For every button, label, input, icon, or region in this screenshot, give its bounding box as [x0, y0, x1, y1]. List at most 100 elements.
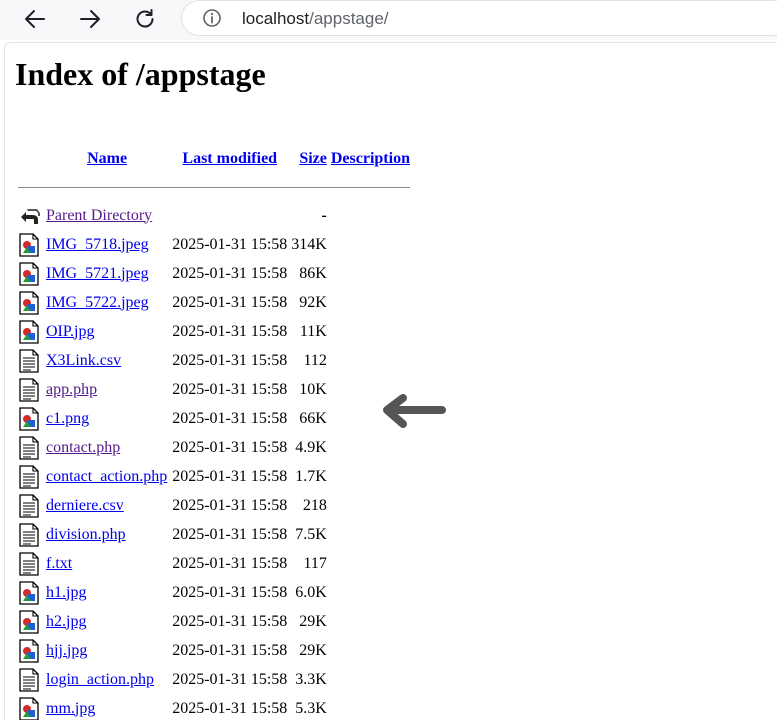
- file-link[interactable]: division.php: [46, 526, 126, 543]
- text-file-icon: [18, 668, 40, 692]
- forward-button[interactable]: [73, 2, 107, 36]
- reload-icon: [134, 8, 156, 30]
- file-link[interactable]: X3Link.csv: [46, 352, 121, 369]
- back-folder-icon: [18, 205, 42, 227]
- file-size: 66K: [290, 405, 328, 432]
- page-title: Index of /appstage: [15, 55, 266, 93]
- text-file-icon: [18, 494, 40, 518]
- text-file-icon: [18, 436, 40, 460]
- parent-directory-link[interactable]: Parent Directory: [46, 207, 152, 224]
- file-link[interactable]: h2.jpg: [46, 613, 86, 630]
- column-header-name: Name: [45, 147, 169, 171]
- url-path: /appstage/: [309, 9, 388, 28]
- file-size: 92K: [290, 289, 328, 316]
- file-size: 1.7K: [290, 463, 328, 490]
- image-file-icon: [18, 581, 40, 605]
- file-row: division.php 2025-01-31 15:587.5K: [17, 521, 411, 548]
- text-file-icon: [18, 465, 40, 489]
- image-file-icon: [18, 697, 40, 720]
- back-button[interactable]: [18, 2, 52, 36]
- file-row: hjj.jpg2025-01-31 15:5829K: [17, 637, 411, 664]
- image-file-icon: [18, 233, 40, 257]
- file-row: IMG_5718.jpeg 2025-01-31 15:58314K: [17, 231, 411, 258]
- reload-button[interactable]: [128, 2, 162, 36]
- file-link[interactable]: c1.png: [46, 410, 89, 427]
- arrow-left-icon: [24, 8, 46, 30]
- file-modified: 2025-01-31 15:58: [171, 405, 288, 432]
- file-size: 218: [290, 492, 328, 519]
- url-host: localhost: [242, 9, 309, 28]
- file-link[interactable]: contact_action.php: [46, 468, 167, 485]
- file-modified: 2025-01-31 15:58: [171, 231, 288, 258]
- sort-by-name-link[interactable]: Name: [87, 150, 127, 167]
- file-link[interactable]: OIP.jpg: [46, 323, 94, 340]
- image-file-icon: [18, 320, 40, 344]
- header-icon-cell: [17, 147, 43, 171]
- file-row: c1.png 2025-01-31 15:5866K: [17, 405, 411, 432]
- file-description: [330, 463, 411, 490]
- file-link[interactable]: hjj.jpg: [46, 642, 87, 659]
- image-file-icon: [18, 262, 40, 286]
- file-modified: 2025-01-31 15:58: [171, 608, 288, 635]
- file-size: 117: [290, 550, 328, 577]
- text-file-icon: [18, 523, 40, 547]
- directory-listing: Name Last modified Size Description Pare…: [15, 119, 413, 720]
- column-header-last-modified: Last modified: [171, 147, 288, 171]
- file-modified: 2025-01-31 15:58: [171, 695, 288, 720]
- file-row: contact.php 2025-01-31 15:584.9K: [17, 434, 411, 461]
- file-link[interactable]: IMG_5722.jpeg: [46, 294, 149, 311]
- file-modified: 2025-01-31 15:58: [171, 434, 288, 461]
- file-description: [330, 695, 411, 720]
- file-modified: 2025-01-31 15:58: [171, 260, 288, 287]
- file-row: X3Link.csv2025-01-31 15:58112: [17, 347, 411, 374]
- file-link[interactable]: IMG_5721.jpeg: [46, 265, 149, 282]
- file-size: 6.0K: [290, 579, 328, 606]
- url-text[interactable]: localhost/appstage/: [242, 8, 389, 30]
- image-file-icon: [18, 407, 40, 431]
- file-row: h1.jpg2025-01-31 15:586.0K: [17, 579, 411, 606]
- file-modified: 2025-01-31 15:58: [171, 637, 288, 664]
- file-size: 314K: [290, 231, 328, 258]
- address-bar[interactable]: localhost/appstage/: [181, 0, 777, 36]
- header-divider: [18, 187, 410, 188]
- file-link[interactable]: contact.php: [46, 439, 120, 456]
- file-size: 3.3K: [290, 666, 328, 693]
- file-size: 7.5K: [290, 521, 328, 548]
- file-description: [330, 550, 411, 577]
- browser-toolbar: localhost/appstage/: [0, 0, 777, 40]
- column-header-description: Description: [330, 147, 411, 171]
- file-size: 5.3K: [290, 695, 328, 720]
- file-modified: 2025-01-31 15:58: [171, 666, 288, 693]
- page-viewport: Index of /appstage Name Last modified Si…: [4, 42, 777, 720]
- file-row: login_action.php 2025-01-31 15:583.3K: [17, 666, 411, 693]
- sort-by-description-link[interactable]: Description: [331, 150, 410, 167]
- file-description: [330, 637, 411, 664]
- info-circle-icon[interactable]: [202, 8, 222, 28]
- text-file-icon: [18, 552, 40, 576]
- parent-directory-row: Parent Directory -: [17, 202, 411, 229]
- file-modified: 2025-01-31 15:58: [171, 521, 288, 548]
- file-size: 4.9K: [290, 434, 328, 461]
- file-description: [330, 318, 411, 345]
- file-link[interactable]: app.php: [46, 381, 97, 398]
- file-link[interactable]: h1.jpg: [46, 584, 86, 601]
- sort-by-last-modified-link[interactable]: Last modified: [182, 150, 277, 167]
- file-link[interactable]: mm.jpg: [46, 700, 95, 717]
- file-row: IMG_5721.jpeg2025-01-31 15:5886K: [17, 260, 411, 287]
- sort-by-size-link[interactable]: Size: [299, 150, 327, 167]
- file-link[interactable]: f.txt: [46, 555, 72, 572]
- file-link[interactable]: IMG_5718.jpeg: [46, 236, 149, 253]
- file-description: [330, 521, 411, 548]
- file-modified: 2025-01-31 15:58: [171, 550, 288, 577]
- file-link[interactable]: login_action.php: [46, 671, 154, 688]
- file-modified: 2025-01-31 15:58: [171, 463, 288, 490]
- file-row: derniere.csv2025-01-31 15:58218: [17, 492, 411, 519]
- file-row: mm.jpg 2025-01-31 15:585.3K: [17, 695, 411, 720]
- file-row: OIP.jpg2025-01-31 15:5811K: [17, 318, 411, 345]
- arrow-right-icon: [79, 8, 101, 30]
- file-description: [330, 347, 411, 374]
- file-link[interactable]: derniere.csv: [46, 497, 124, 514]
- text-file-icon: [18, 378, 40, 402]
- file-description: [330, 260, 411, 287]
- file-description: [330, 492, 411, 519]
